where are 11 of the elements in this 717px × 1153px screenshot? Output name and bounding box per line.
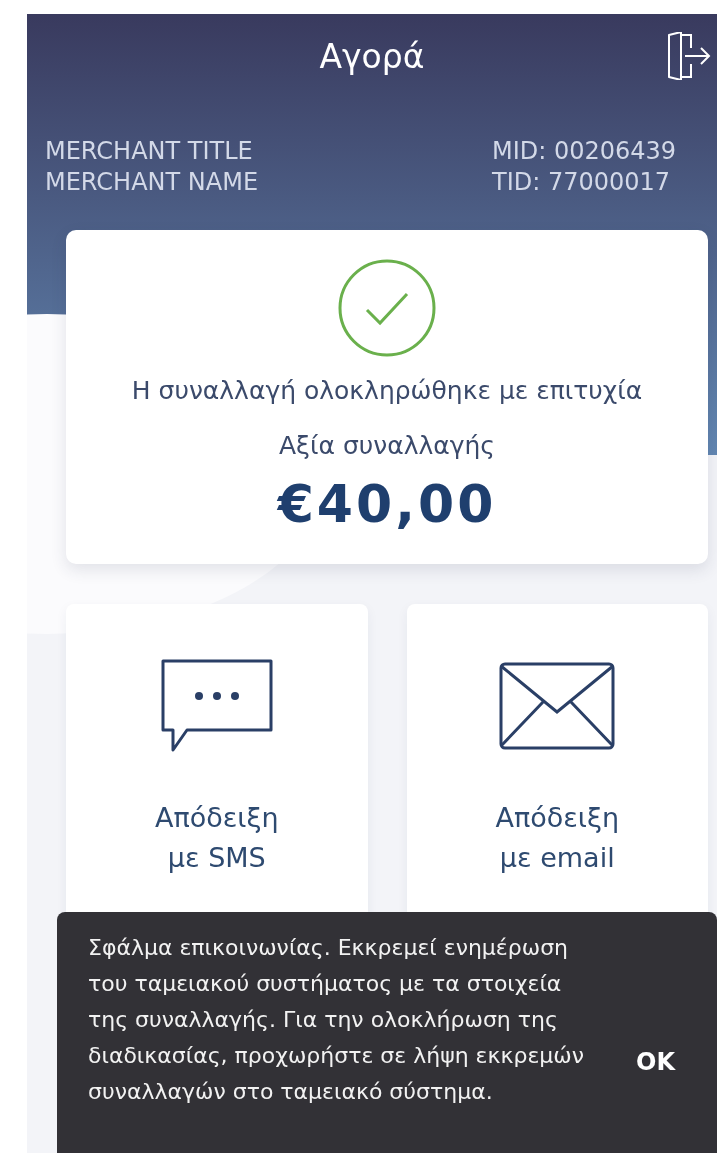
terminal-id: MID: 00206439 — [492, 136, 678, 167]
merchant-info: MERCHANT NAME — [45, 167, 259, 198]
terminal-id: TID: 77000017 — [492, 167, 672, 198]
snackbar-message: Σφάλμα επικοινωνίας. Εκκρεμεί ενημέρωση του ταμειακού συστήματος με τα στοιχεία της συναλλαγής. Για την ολοκλήρωση της διαδικασίας, προχωρήστε σε λήψη εκκρεμών συναλλαγών στο ταμειακό σύστημα. — [88, 934, 585, 1106]
ok-button[interactable]: OK — [624, 1042, 687, 1082]
merchant-info: MERCHANT TITLE — [45, 136, 254, 167]
result-message: Η συναλλαγή ολοκληρώθηκε με επιτυχία — [131, 376, 643, 405]
logout-icon[interactable] — [665, 32, 711, 80]
amount-label: Αξία συναλλαγής — [278, 431, 496, 460]
screen-title: Αγορά — [319, 36, 425, 76]
amount-value: €40,00 — [277, 474, 497, 534]
